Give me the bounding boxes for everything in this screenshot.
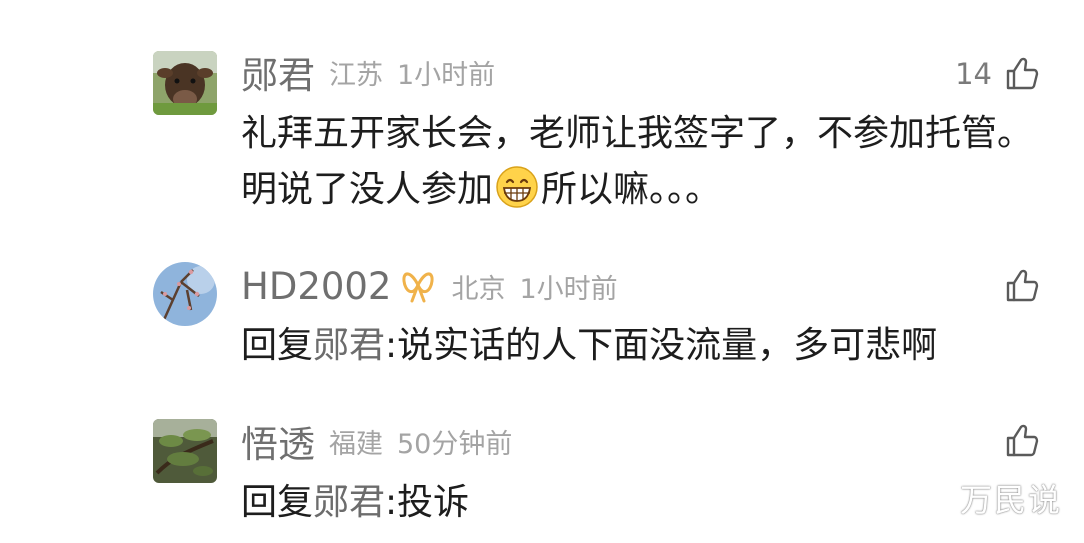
- timestamp: 50分钟前: [397, 428, 513, 460]
- comment-text-part: 所以嘛。。。: [541, 169, 722, 210]
- like-button[interactable]: [1004, 419, 1040, 463]
- avatar[interactable]: [153, 262, 217, 326]
- comment-meta: 郧君 江苏 1小时前: [241, 50, 496, 97]
- reply-separator: :: [385, 482, 398, 523]
- reply-separator: :: [385, 325, 398, 366]
- avatar[interactable]: [153, 419, 217, 483]
- thumbs-up-icon: [1006, 269, 1039, 302]
- username[interactable]: HD2002: [241, 265, 391, 308]
- like-button[interactable]: [1004, 264, 1040, 308]
- reply-prefix: 回复: [241, 325, 314, 366]
- comment-meta: HD2002 北京 1小时前: [241, 264, 618, 308]
- location: 福建: [329, 428, 383, 460]
- like-count: 14: [955, 57, 992, 91]
- location: 江苏: [329, 59, 383, 91]
- mention-link[interactable]: 郧君: [313, 325, 385, 366]
- like-button[interactable]: 14: [955, 52, 1040, 96]
- timestamp: 1小时前: [519, 273, 618, 305]
- grinning-face-emoji: [496, 166, 538, 208]
- reply-prefix: 回复: [241, 482, 314, 523]
- comment-text: 礼拜五开家长会，老师让我签字了，不参加托管。明说了没人参加 所以嘛。。。: [241, 106, 1041, 218]
- username[interactable]: 悟透: [241, 414, 315, 468]
- comment-meta: 悟透 福建 50分钟前: [241, 419, 513, 466]
- timestamp: 1小时前: [397, 59, 496, 91]
- avatar[interactable]: [153, 51, 217, 115]
- username[interactable]: 郧君: [241, 45, 315, 99]
- thumbs-up-icon: [1006, 424, 1039, 457]
- reply-text: 投诉: [397, 482, 470, 523]
- comment-text: 回复郧君:投诉: [241, 475, 1041, 531]
- thumbs-up-icon: [1006, 57, 1039, 90]
- mention-link[interactable]: 郧君: [313, 482, 385, 523]
- comment-text: 回复郧君:说实话的人下面没流量，多可悲啊: [241, 318, 1041, 374]
- ribbon-badge-icon: [402, 272, 434, 303]
- reply-text: 说实话的人下面没流量，多可悲啊: [397, 325, 938, 366]
- watermark: 万民说: [959, 481, 1062, 519]
- location: 北京: [451, 273, 506, 305]
